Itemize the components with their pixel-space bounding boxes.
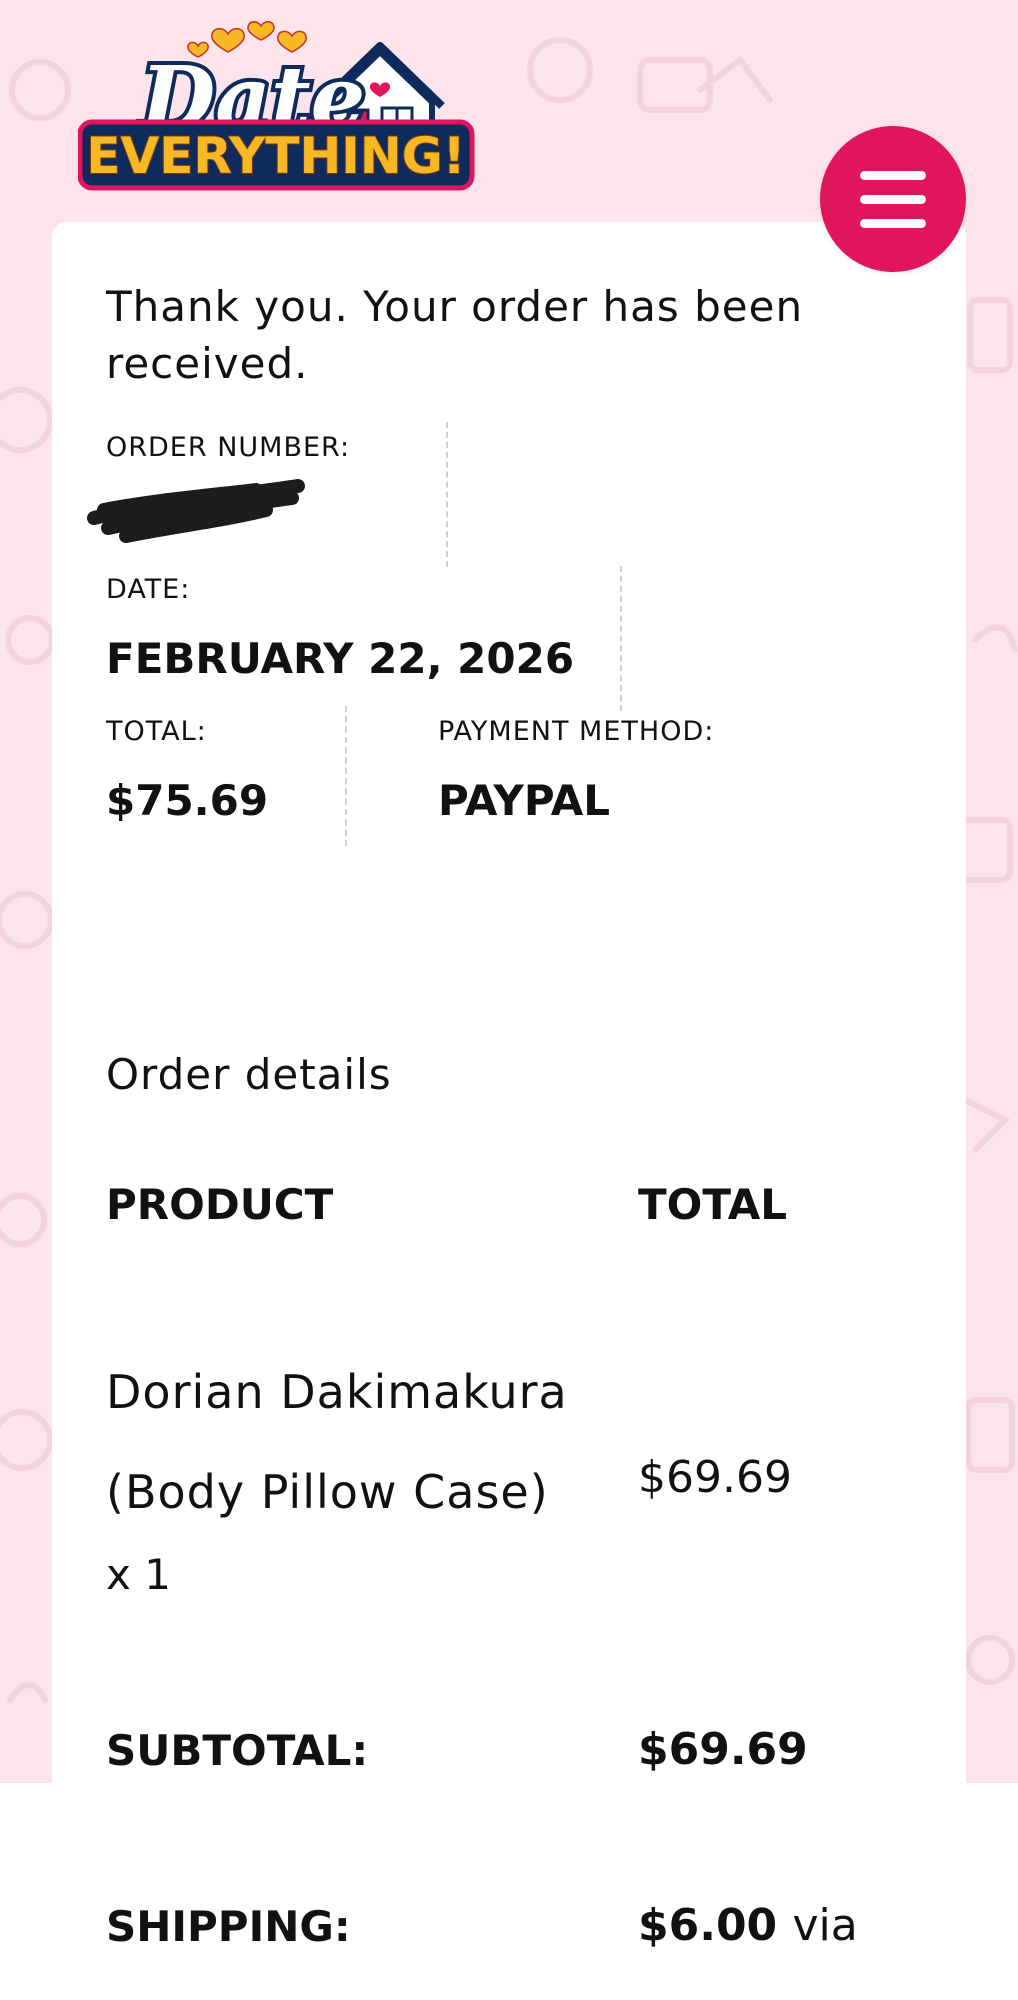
logo-everything-text: EVERYTHING!	[86, 127, 465, 185]
product-name-link[interactable]: Dorian Dakimakura (Body Pillow Case)	[106, 1342, 626, 1542]
product-line-total: $69.69	[638, 1452, 792, 1503]
date-label: DATE:	[106, 574, 191, 605]
product-quantity: x 1	[106, 1550, 171, 1599]
order-date-value: FEBRUARY 22, 2026	[106, 634, 575, 683]
shipping-label: SHIPPING:	[106, 1902, 351, 1951]
order-number-label: ORDER NUMBER:	[106, 432, 351, 463]
column-header-product: PRODUCT	[106, 1180, 334, 1229]
shipping-amount: $6.00	[638, 1900, 778, 1951]
order-details-heading: Order details	[106, 1050, 392, 1099]
hamburger-menu-icon	[860, 218, 926, 228]
total-label: TOTAL:	[106, 716, 207, 747]
payment-method-label: PAYMENT METHOD:	[438, 716, 715, 747]
shipping-via-text: via	[792, 1900, 858, 1951]
redacted-order-number	[87, 479, 305, 543]
site-logo[interactable]: Date EVERYTHING!	[77, 10, 478, 196]
shipping-value: $6.00 via	[638, 1900, 858, 1951]
column-header-total: TOTAL	[638, 1180, 788, 1229]
subtotal-value: $69.69	[638, 1724, 808, 1775]
payment-method-value: PAYPAL	[438, 776, 611, 825]
hamburger-menu-button[interactable]	[820, 126, 966, 272]
hamburger-menu-icon	[860, 194, 926, 204]
order-total-value: $75.69	[106, 776, 269, 825]
thank-you-message: Thank you. Your order has been received.	[106, 282, 804, 388]
divider	[620, 566, 622, 711]
divider	[446, 422, 448, 567]
subtotal-label: SUBTOTAL:	[106, 1726, 369, 1775]
hamburger-menu-icon	[860, 170, 926, 180]
divider	[345, 706, 347, 846]
